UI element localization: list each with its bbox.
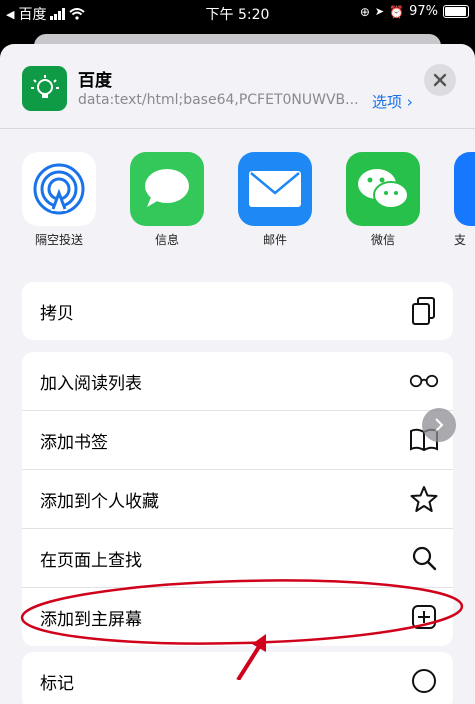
battery-icon bbox=[443, 5, 469, 18]
add-home-screen-label: 添加到主屏幕 bbox=[40, 610, 142, 630]
messages-icon bbox=[130, 152, 204, 226]
add-bookmark-label: 添加书签 bbox=[40, 433, 108, 453]
app-row: 隔空投送 信息 邮件 微信 支 bbox=[0, 152, 475, 262]
app-messages[interactable]: 信息 bbox=[130, 152, 204, 248]
actions-group: 加入阅读列表 添加书签 添加到个人收藏 在页面上查找 添加到主屏幕 bbox=[22, 352, 453, 646]
share-header: 百度 data:text/html;base64,PCFET0NUWVB... … bbox=[0, 44, 475, 128]
scroll-arrow-button[interactable] bbox=[422, 408, 456, 442]
copy-icon bbox=[409, 296, 439, 326]
markup-group: 标记 bbox=[22, 652, 453, 704]
mail-icon bbox=[238, 152, 312, 226]
share-sheet: 百度 data:text/html;base64,PCFET0NUWVB... … bbox=[0, 44, 475, 704]
markup-label: 标记 bbox=[40, 674, 74, 694]
location-icon: ➤ bbox=[374, 5, 385, 18]
add-bookmark-row[interactable]: 添加书签 bbox=[22, 411, 453, 470]
markup-icon bbox=[409, 666, 439, 696]
close-icon bbox=[433, 73, 447, 87]
add-favorites-label: 添加到个人收藏 bbox=[40, 492, 159, 512]
app-label: 信息 bbox=[154, 233, 179, 247]
app-label: 隔空投送 bbox=[34, 233, 83, 247]
share-title: 百度 bbox=[78, 71, 112, 91]
alarm-icon: ⏰ bbox=[389, 4, 405, 19]
copy-row[interactable]: 拷贝 bbox=[22, 282, 453, 340]
lightbulb-icon bbox=[30, 74, 59, 98]
battery-percent: 97% bbox=[409, 4, 438, 19]
options-button[interactable]: 选项 › bbox=[372, 91, 413, 112]
app-wechat[interactable]: 微信 bbox=[346, 152, 420, 248]
site-icon bbox=[22, 66, 67, 111]
alipay-icon bbox=[454, 152, 475, 226]
glasses-icon bbox=[409, 366, 439, 396]
search-icon bbox=[409, 543, 439, 573]
add-favorites-row[interactable]: 添加到个人收藏 bbox=[22, 470, 453, 529]
app-label: 邮件 bbox=[262, 233, 287, 247]
add-home-screen-row[interactable]: 添加到主屏幕 bbox=[22, 588, 453, 646]
reading-list-row[interactable]: 加入阅读列表 bbox=[22, 352, 453, 411]
close-button[interactable] bbox=[424, 64, 456, 96]
find-on-page-row[interactable]: 在页面上查找 bbox=[22, 529, 453, 588]
status-bar: ◀ 百度 下午 5:20 ⊕ ➤ ⏰ 97% bbox=[0, 0, 475, 26]
markup-row[interactable]: 标记 bbox=[22, 652, 453, 704]
copy-label: 拷贝 bbox=[40, 304, 74, 324]
app-label: 支 bbox=[454, 233, 467, 247]
app-label: 微信 bbox=[370, 233, 395, 247]
wechat-icon bbox=[346, 152, 420, 226]
airdrop-icon bbox=[22, 152, 96, 226]
share-url: data:text/html;base64,PCFET0NUWVB... bbox=[78, 92, 359, 108]
header-divider bbox=[0, 128, 475, 129]
lock-rotation-icon: ⊕ bbox=[359, 4, 370, 19]
copy-group: 拷贝 bbox=[22, 282, 453, 340]
app-alipay[interactable]: 支 bbox=[454, 152, 475, 248]
find-on-page-label: 在页面上查找 bbox=[40, 551, 142, 571]
chevron-right-icon bbox=[435, 418, 444, 432]
app-airdrop[interactable]: 隔空投送 bbox=[22, 152, 96, 248]
status-right: ⊕ ➤ ⏰ 97% bbox=[360, 4, 469, 19]
add-square-icon bbox=[409, 602, 439, 632]
reading-list-label: 加入阅读列表 bbox=[40, 374, 142, 394]
star-icon bbox=[409, 484, 439, 514]
app-mail[interactable]: 邮件 bbox=[238, 152, 312, 248]
